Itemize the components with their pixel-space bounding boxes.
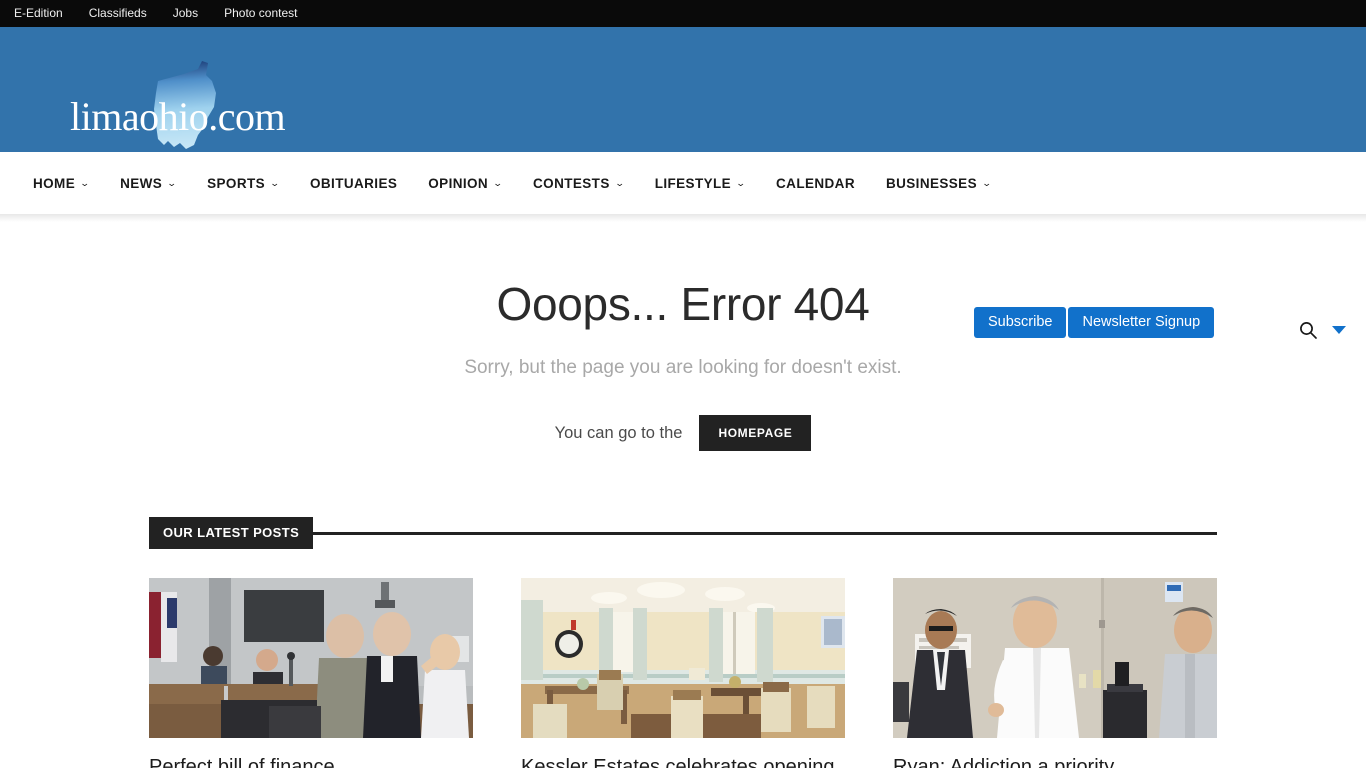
nav-label-calendar: CALENDAR [776,175,855,191]
header-cta-group: Subscribe Newsletter Signup [974,307,1215,338]
nav-item-lifestyle[interactable]: LIFESTYLE ⌄ [654,175,747,191]
site-logo[interactable]: limaohio.com [70,61,330,149]
site-masthead: limaohio.com [0,27,1366,152]
list-item: Ryan: Addiction a priority Precious Grun… [893,578,1217,768]
post-thumbnail-city-council[interactable] [149,578,473,738]
topbar-link-jobs[interactable]: Jobs [173,0,198,27]
post-title[interactable]: Ryan: Addiction a priority [893,755,1217,768]
subscribe-button[interactable]: Subscribe [974,307,1067,338]
error-cta-row: You can go to the HOMEPAGE [0,415,1366,451]
site-logo-text: limaohio.com [70,94,286,139]
post-thumbnail-ryan-addiction[interactable] [893,578,1217,738]
list-item: Kessler Estates celebrates opening Preci… [521,578,845,768]
chevron-down-icon: ⌄ [166,177,178,188]
chevron-down-icon: ⌄ [492,177,504,188]
chevron-down-icon: ⌄ [269,177,281,188]
posts-grid: Perfect bill of finance Precious Grundy … [149,578,1217,768]
nav-item-contests[interactable]: CONTESTS ⌄ [533,175,626,191]
nav-item-calendar[interactable]: CALENDAR [776,176,855,191]
section-header: OUR LATEST POSTS [149,517,1217,549]
nav-item-opinion[interactable]: OPINION ⌄ [428,175,504,191]
homepage-button[interactable]: HOMEPAGE [699,415,812,451]
nav-label-home: HOME [33,175,76,191]
nav-label-sports: SPORTS [207,175,266,191]
chevron-down-icon: ⌄ [981,177,993,188]
nav-tools [1298,320,1346,340]
nav-item-home[interactable]: HOME ⌄ [33,175,91,191]
nav-label-businesses: BUSINESSES [885,175,977,191]
nav-label-lifestyle: LIFESTYLE [654,175,732,191]
search-icon[interactable] [1298,320,1318,340]
error-cta-text: You can go to the [554,423,683,442]
nav-item-businesses[interactable]: BUSINESSES ⌄ [885,175,993,191]
nav-item-sports[interactable]: SPORTS ⌄ [207,175,281,191]
latest-posts-section: OUR LATEST POSTS Perfect bill of finance… [149,451,1217,768]
chevron-down-icon: ⌄ [735,177,747,188]
nav-label-opinion: OPINION [428,175,489,191]
topbar-link-e-edition[interactable]: E-Edition [14,0,63,27]
chevron-down-icon[interactable] [1332,326,1346,334]
chevron-down-icon: ⌄ [614,177,626,188]
nav-label-obituaries: OBITUARIES [310,175,398,191]
section-divider [313,531,1217,535]
section-title: OUR LATEST POSTS [149,517,314,549]
main-navigation: HOME ⌄ NEWS ⌄ SPORTS ⌄ OBITUARIES OPINIO… [0,152,1366,339]
top-utility-bar: E-Edition Classifieds Jobs Photo contest [0,0,1366,27]
error-subtitle: Sorry, but the page you are looking for … [464,357,902,378]
list-item: Perfect bill of finance Precious Grundy … [149,578,473,768]
newsletter-signup-button[interactable]: Newsletter Signup [1068,307,1215,338]
post-thumbnail-kessler-estates[interactable] [521,578,845,738]
nav-divider-shadow [0,214,1366,222]
post-title[interactable]: Perfect bill of finance [149,755,473,768]
topbar-link-photo-contest[interactable]: Photo contest [224,0,297,27]
nav-item-obituaries[interactable]: OBITUARIES [310,176,397,191]
chevron-down-icon: ⌄ [79,177,91,188]
topbar-link-classifieds[interactable]: Classifieds [89,0,147,27]
nav-label-contests: CONTESTS [533,175,610,191]
post-title[interactable]: Kessler Estates celebrates opening [521,755,845,768]
nav-item-news[interactable]: NEWS ⌄ [120,175,178,191]
nav-label-news: NEWS [120,175,163,191]
